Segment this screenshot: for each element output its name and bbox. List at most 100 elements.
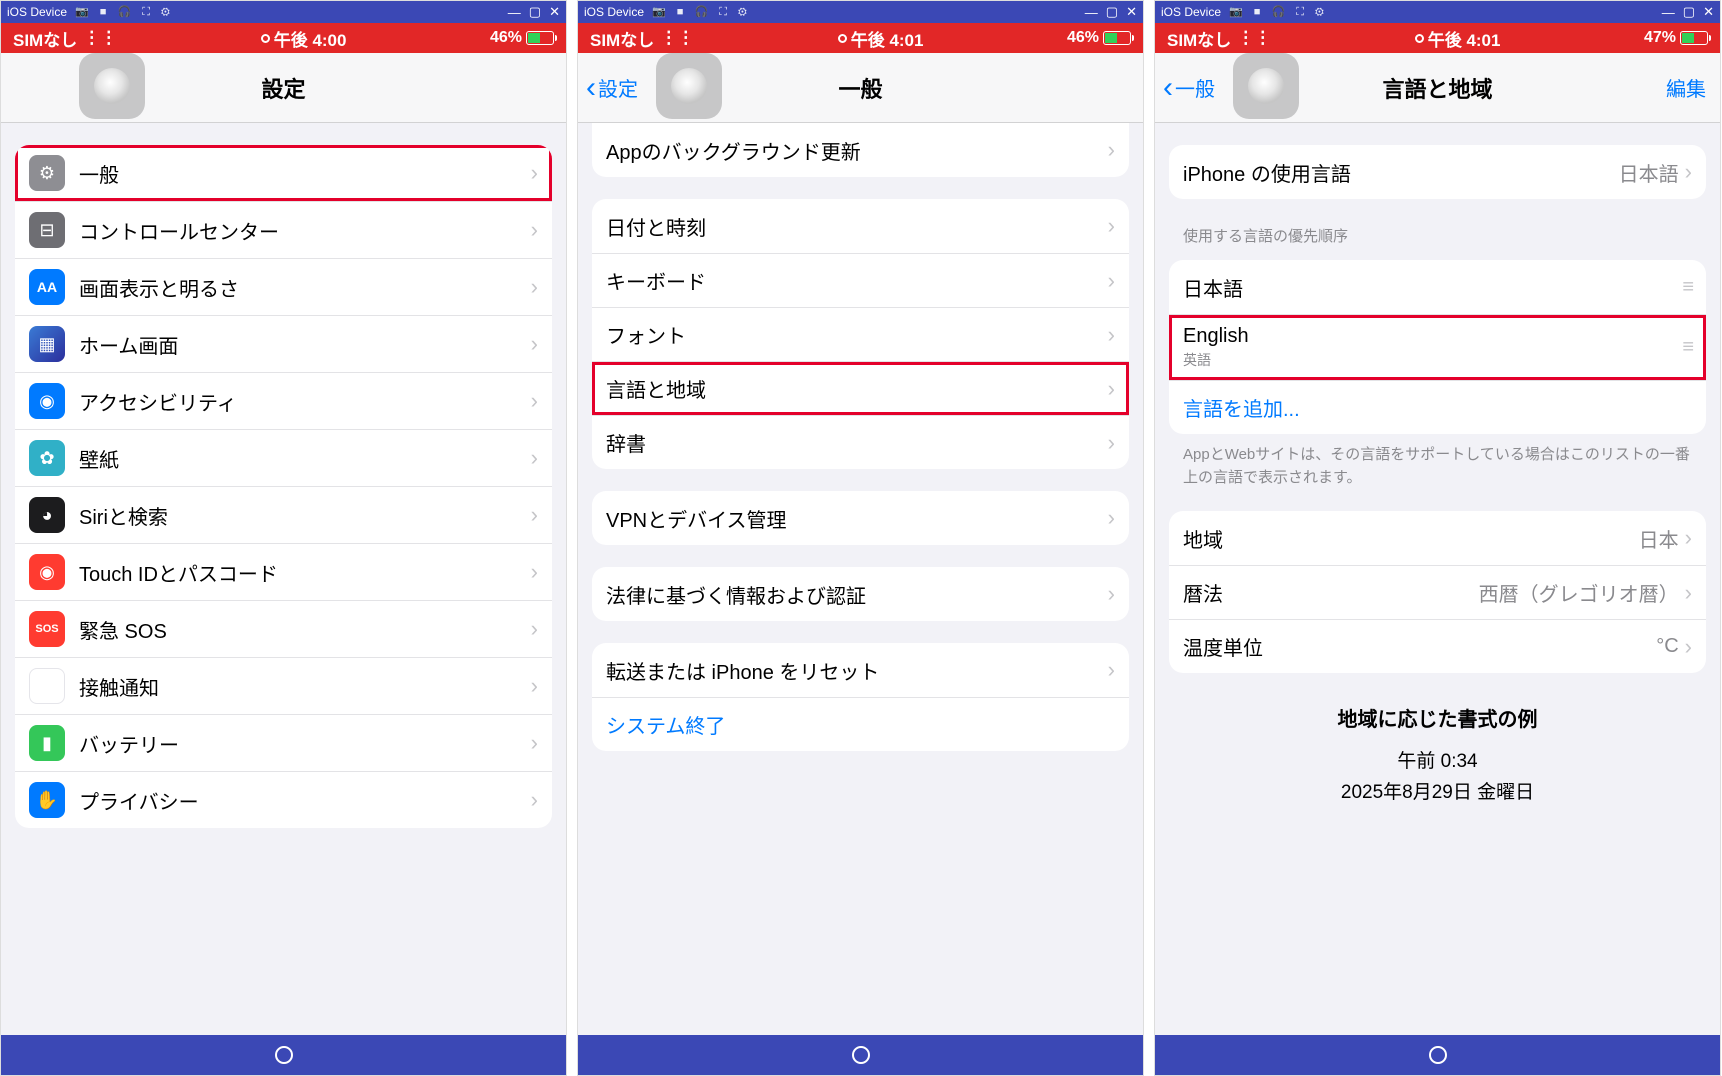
emulator-title: iOS Device [7, 5, 67, 19]
emulator-title: iOS Device [1161, 5, 1221, 19]
settings-row-keyboard[interactable]: キーボード› [592, 253, 1129, 307]
row-temperature[interactable]: 温度単位°C› [1169, 619, 1706, 673]
chevron-right-icon: › [531, 217, 538, 243]
chevron-right-icon: › [1108, 376, 1115, 402]
assistive-touch-button[interactable] [1233, 53, 1299, 119]
emulator-home-bar [1, 1035, 566, 1075]
chevron-right-icon: › [1108, 430, 1115, 456]
add-language-button[interactable]: 言語を追加... [1169, 380, 1706, 434]
settings-row-dictionary[interactable]: 辞書› [592, 415, 1129, 469]
chevron-right-icon: › [531, 559, 538, 585]
settings-row-vpn[interactable]: VPNとデバイス管理› [592, 491, 1129, 545]
emulator-toolbar-icons[interactable]: 📷 ■ 🎧 ⛶ ⚙ [75, 5, 174, 19]
row-iphone-language[interactable]: iPhone の使用言語日本語› [1169, 145, 1706, 199]
status-time: 午後 4:01 [1428, 26, 1501, 51]
emulator-toolbar-icons[interactable]: 📷 ■ 🎧 ⛶ ⚙ [1229, 5, 1328, 19]
format-example: 地域に応じた書式の例 午前 0:34 2025年8月29日 金曜日 [1155, 703, 1720, 804]
toggles-icon: ⊟ [29, 212, 65, 248]
preferred-languages-footer: AppとWebサイトは、その言語をサポートしている場合はこのリストの一番上の言語… [1183, 444, 1692, 489]
settings-row-background-refresh[interactable]: Appのバックグラウンド更新› [592, 123, 1129, 177]
chevron-right-icon: › [1685, 525, 1692, 551]
maximize-icon[interactable]: ▢ [529, 4, 541, 20]
battery-icon: ▮ [29, 725, 65, 761]
chevron-right-icon: › [1685, 634, 1692, 660]
settings-row-fonts[interactable]: フォント› [592, 307, 1129, 361]
chevron-left-icon: ‹ [1163, 71, 1173, 105]
chevron-right-icon: › [531, 673, 538, 699]
sos-icon: SOS [29, 611, 65, 647]
back-button[interactable]: ‹一般 [1163, 71, 1215, 105]
wifi-icon: ⋮⋮ [1237, 28, 1271, 48]
home-button[interactable] [852, 1046, 870, 1064]
chevron-right-icon: › [531, 274, 538, 300]
settings-row-display[interactable]: AA画面表示と明るさ› [15, 258, 552, 315]
close-icon[interactable]: ✕ [1126, 4, 1137, 20]
emulator-titlebar: iOS Device 📷 ■ 🎧 ⛶ ⚙ — ▢ ✕ [1155, 1, 1720, 23]
language-row-english[interactable]: English英語≡ [1169, 314, 1706, 380]
record-indicator-icon [838, 34, 847, 43]
assistive-touch-button[interactable] [656, 53, 722, 119]
chevron-right-icon: › [1108, 137, 1115, 163]
gear-icon: ⚙ [29, 155, 65, 191]
drag-handle-icon[interactable]: ≡ [1682, 336, 1692, 359]
settings-row-home-screen[interactable]: ▦ホーム画面› [15, 315, 552, 372]
device-frame-2: iOS Device📷 ■ 🎧 ⛶ ⚙ —▢✕ SIMなし⋮⋮ 午後 4:01 … [577, 0, 1144, 1076]
settings-row-wallpaper[interactable]: ✿壁紙› [15, 429, 552, 486]
settings-row-exposure[interactable]: ⦿接触通知› [15, 657, 552, 714]
maximize-icon[interactable]: ▢ [1683, 4, 1695, 20]
fingerprint-icon: ◉ [29, 554, 65, 590]
settings-row-language-region[interactable]: 言語と地域› [592, 361, 1129, 415]
maximize-icon[interactable]: ▢ [1106, 4, 1118, 20]
settings-row-accessibility[interactable]: ◉アクセシビリティ› [15, 372, 552, 429]
settings-row-legal[interactable]: 法律に基づく情報および認証› [592, 567, 1129, 621]
chevron-right-icon: › [531, 730, 538, 756]
emulator-home-bar [578, 1035, 1143, 1075]
settings-row-date-time[interactable]: 日付と時刻› [592, 199, 1129, 253]
device-frame-1: iOS Device 📷 ■ 🎧 ⛶ ⚙ — ▢ ✕ SIMなし ⋮⋮ 午後 4… [0, 0, 567, 1076]
page-title: 一般 [838, 72, 882, 104]
chevron-right-icon: › [531, 160, 538, 186]
settings-row-siri[interactable]: ◕Siriと検索› [15, 486, 552, 543]
row-calendar[interactable]: 暦法西暦（グレゴリオ暦）› [1169, 565, 1706, 619]
chevron-right-icon: › [531, 388, 538, 414]
row-region[interactable]: 地域日本› [1169, 511, 1706, 565]
settings-row-sos[interactable]: SOS緊急 SOS› [15, 600, 552, 657]
page-title: 言語と地域 [1382, 72, 1492, 104]
chevron-right-icon: › [1685, 159, 1692, 185]
home-button[interactable] [275, 1046, 293, 1064]
settings-row-touchid[interactable]: ◉Touch IDとパスコード› [15, 543, 552, 600]
language-row-japanese[interactable]: 日本語≡ [1169, 260, 1706, 314]
record-indicator-icon [261, 34, 270, 43]
status-time: 午後 4:01 [851, 26, 924, 51]
settings-row-privacy[interactable]: ✋プライバシー› [15, 771, 552, 828]
chevron-right-icon: › [1108, 581, 1115, 607]
minimize-icon[interactable]: — [508, 5, 521, 20]
settings-row-battery[interactable]: ▮バッテリー› [15, 714, 552, 771]
battery-icon [526, 31, 554, 45]
general-content: Appのバックグラウンド更新› 日付と時刻› キーボード› フォント› 言語と地… [578, 123, 1143, 1035]
home-button[interactable] [1429, 1046, 1447, 1064]
settings-row-control-center[interactable]: ⊟コントロールセンター› [15, 201, 552, 258]
settings-row-transfer-reset[interactable]: 転送または iPhone をリセット› [592, 643, 1129, 697]
chevron-right-icon: › [531, 616, 538, 642]
settings-row-general[interactable]: ⚙一般› [15, 145, 552, 201]
format-example-heading: 地域に応じた書式の例 [1155, 703, 1720, 732]
back-button[interactable]: ‹設定 [586, 71, 638, 105]
close-icon[interactable]: ✕ [1703, 4, 1714, 20]
drag-handle-icon[interactable]: ≡ [1682, 276, 1692, 299]
close-icon[interactable]: ✕ [549, 4, 560, 20]
minimize-icon[interactable]: — [1662, 5, 1675, 20]
assistive-touch-button[interactable] [79, 53, 145, 119]
chevron-right-icon: › [531, 331, 538, 357]
emulator-toolbar-icons[interactable]: 📷 ■ 🎧 ⛶ ⚙ [652, 5, 751, 19]
chevron-right-icon: › [531, 787, 538, 813]
wifi-icon: ⋮⋮ [83, 28, 117, 48]
minimize-icon[interactable]: — [1085, 5, 1098, 20]
hand-icon: ✋ [29, 782, 65, 818]
apps-grid-icon: ▦ [29, 326, 65, 362]
emulator-home-bar [1155, 1035, 1720, 1075]
wifi-icon: ⋮⋮ [660, 28, 694, 48]
edit-button[interactable]: 編集 [1666, 73, 1706, 102]
chevron-right-icon: › [531, 502, 538, 528]
settings-row-shutdown[interactable]: システム終了 [592, 697, 1129, 751]
